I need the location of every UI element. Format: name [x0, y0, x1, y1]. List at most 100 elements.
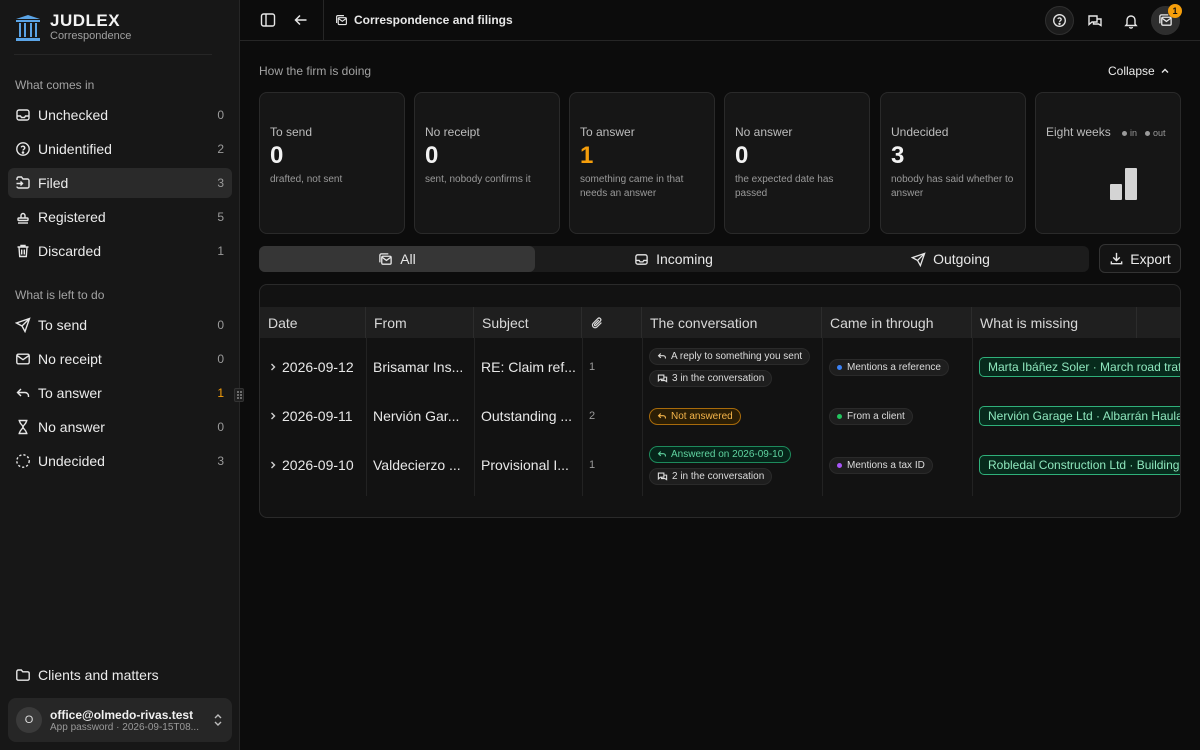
sidebar-item-count: 0 — [217, 352, 224, 366]
sidebar-item-count: 0 — [217, 108, 224, 122]
sidebar-item-count: 1 — [217, 386, 224, 400]
column-header-extra — [1137, 307, 1180, 338]
column-header-date[interactable]: Date — [260, 307, 366, 338]
stat-card-no-receipt[interactable]: No receipt 0 sent, nobody confirms it — [414, 92, 560, 234]
stat-description: the expected date has passed — [735, 174, 834, 199]
divider — [323, 0, 324, 41]
table-row[interactable]: 2026-09-11 Nervión Gar... Outstanding ..… — [260, 392, 1180, 440]
app-root: JUDLEX Correspondence What comes in Unch… — [0, 0, 1200, 750]
sidebar-item-registered[interactable]: Registered 5 — [8, 202, 232, 232]
sidebar-item-label: Undecided — [38, 453, 105, 469]
stat-title: No answer — [735, 125, 793, 139]
chevron-right-icon[interactable] — [268, 411, 278, 421]
sidebar-item-unchecked[interactable]: Unchecked 0 — [8, 100, 232, 130]
messages-icon — [657, 472, 668, 481]
sidebar-item-no-answer[interactable]: No answer 0 — [8, 412, 232, 442]
sidebar-toggle-icon[interactable] — [259, 11, 277, 29]
eight-weeks-card: Eight weeks — [1035, 92, 1181, 234]
mail-icon — [16, 353, 30, 365]
sidebar-resize-handle[interactable] — [234, 388, 244, 402]
bell-icon — [1123, 14, 1138, 29]
stat-title: No receipt — [425, 125, 480, 139]
legend-out-label: out — [1153, 128, 1166, 138]
back-arrow-icon[interactable] — [292, 11, 310, 29]
missing-link-tag[interactable]: Nervión Garage Ltd · Albarrán Haulage — [979, 406, 1180, 426]
send-icon — [15, 317, 31, 333]
sidebar-item-to-answer[interactable]: To answer 1 — [8, 378, 232, 408]
column-header-missing[interactable]: What is missing — [972, 307, 1137, 338]
tab-outgoing[interactable]: Outgoing — [812, 246, 1089, 272]
stat-title: To send — [270, 125, 313, 139]
reply-icon — [657, 353, 666, 359]
legend-dot-out — [1145, 130, 1151, 136]
help-circle-icon — [16, 142, 30, 156]
stat-description: nobody has said whether to answer — [891, 174, 1014, 199]
page-title: Correspondence and filings — [354, 13, 513, 27]
trash-icon — [17, 244, 29, 258]
cell-from: Valdecierzo ... — [373, 457, 461, 473]
account-detail: App password · 2026-09-15T08... — [50, 721, 199, 733]
cell-attachment-count: 2 — [589, 410, 596, 422]
table-header: Date From Subject The conversation Came … — [260, 307, 1180, 338]
breadcrumb: Correspondence and filings — [335, 13, 513, 27]
sidebar-item-label: To send — [38, 317, 88, 333]
sidebar-item-label: Discarded — [38, 243, 102, 259]
sidebar-item-discarded[interactable]: Discarded 1 — [8, 236, 232, 266]
conversation-status-pill: A reply to something you sent — [649, 347, 811, 365]
column-header-from[interactable]: From — [366, 307, 474, 338]
account-switcher[interactable]: O office@olmedo-rivas.test App password … — [8, 698, 232, 742]
collapse-label: Collapse — [1108, 64, 1155, 78]
hourglass-icon — [18, 419, 28, 435]
sidebar-item-label: Clients and matters — [38, 667, 159, 683]
table-row[interactable]: 2026-09-10 Valdecierzo ... Provisional I… — [260, 440, 1180, 490]
stat-card-undecided[interactable]: Undecided 3 nobody has said whether to a… — [880, 92, 1026, 234]
column-header-channel[interactable]: Came in through — [822, 307, 972, 338]
stamp-icon — [17, 212, 29, 224]
sidebar-item-label: Unidentified — [38, 141, 112, 157]
inbox-tray-button[interactable]: 1 — [1151, 4, 1182, 35]
brand[interactable]: JUDLEX Correspondence — [14, 12, 131, 43]
cell-attachment-count: 1 — [589, 459, 596, 471]
stat-value: 0 — [425, 142, 439, 169]
help-button[interactable] — [1045, 6, 1074, 35]
chevron-up-icon — [1161, 68, 1169, 73]
reply-icon — [16, 388, 30, 397]
chevron-right-icon[interactable] — [268, 362, 278, 372]
chat-button[interactable] — [1080, 6, 1109, 35]
chevron-up-down-icon — [214, 714, 222, 726]
topbar: Correspondence and filings 1 — [240, 0, 1200, 41]
export-button[interactable]: Export — [1099, 244, 1181, 273]
missing-link-tag[interactable]: Marta Ibáñez Soler · March road traffic — [979, 357, 1180, 377]
sidebar-item-no-receipt[interactable]: No receipt 0 — [8, 344, 232, 374]
notifications-button[interactable] — [1116, 6, 1145, 35]
sidebar-item-to-send[interactable]: To send 0 — [8, 310, 232, 340]
mail-stack-icon — [379, 252, 392, 265]
tab-all[interactable]: All — [259, 246, 535, 272]
avatar: O — [16, 707, 42, 733]
conversation-count-pill: 2 in the conversation — [649, 467, 773, 485]
inbox-icon — [16, 109, 30, 121]
sidebar-item-clients-and-matters[interactable]: Clients and matters — [8, 660, 232, 690]
send-icon — [911, 251, 926, 267]
sidebar-item-filed[interactable]: Filed 3 — [8, 168, 232, 198]
mail-stack-icon — [336, 14, 347, 25]
column-header-subject[interactable]: Subject — [474, 307, 582, 338]
sidebar-item-count: 0 — [217, 420, 224, 434]
help-circle-icon — [1053, 14, 1066, 27]
stat-value: 0 — [735, 142, 749, 169]
collapse-button[interactable]: Collapse — [1108, 64, 1170, 78]
stat-card-no-answer[interactable]: No answer 0 the expected date has passed — [724, 92, 870, 234]
stat-value: 0 — [270, 142, 284, 169]
messages-icon — [657, 374, 668, 383]
sidebar-item-unidentified[interactable]: Unidentified 2 — [8, 134, 232, 164]
tab-incoming[interactable]: Incoming — [535, 246, 812, 272]
section-label-incoming: What comes in — [15, 78, 95, 92]
stat-card-to-answer[interactable]: To answer 1 something came in that needs… — [569, 92, 715, 234]
missing-link-tag[interactable]: Robledal Construction Ltd · Building — [979, 455, 1180, 475]
column-header-conversation[interactable]: The conversation — [642, 307, 822, 338]
chevron-right-icon[interactable] — [268, 460, 278, 470]
column-header-attachments[interactable] — [582, 307, 642, 338]
sidebar-item-undecided[interactable]: Undecided 3 — [8, 446, 232, 476]
stat-card-to-send[interactable]: To send 0 drafted, not sent — [259, 92, 405, 234]
table-row[interactable]: 2026-09-12 Brisamar Ins... RE: Claim ref… — [260, 342, 1180, 392]
